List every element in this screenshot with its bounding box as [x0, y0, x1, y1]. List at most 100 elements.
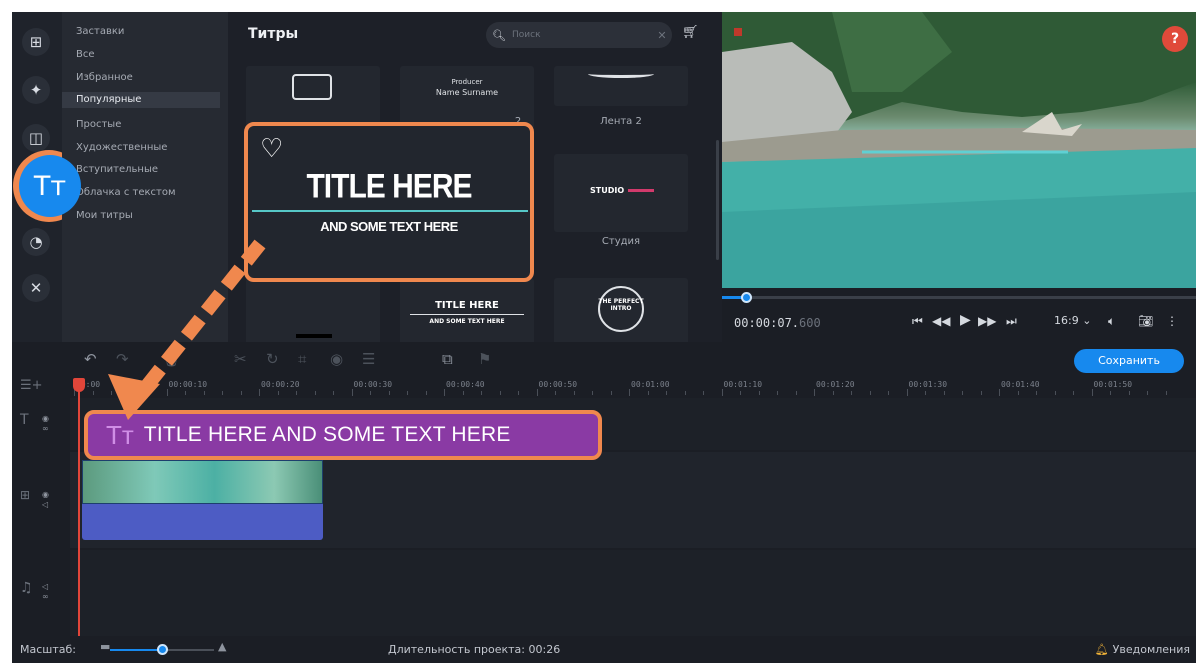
aspect-ratio-select[interactable]: 16:9 ⌄	[1054, 314, 1091, 327]
ruler-tick	[111, 391, 112, 395]
snapshot-icon[interactable]: 📷︎	[1138, 314, 1153, 328]
timecode: 00:00:07.600	[734, 316, 821, 330]
step-back-icon[interactable]: ◀◀	[932, 314, 950, 328]
transitions-icon[interactable]: ◫	[22, 124, 50, 152]
ruler-tick	[92, 391, 94, 395]
ruler-tick	[129, 391, 131, 395]
title-thumb[interactable]: THE PERFECT INTRO	[554, 278, 688, 342]
playhead[interactable]	[78, 384, 80, 636]
ruler-tick	[462, 391, 464, 395]
undo-icon[interactable]: ↶	[84, 350, 97, 368]
search-input[interactable]: 🔍︎ Поиск ✕	[486, 22, 672, 48]
add-track-area: ☰+	[12, 378, 70, 396]
ruler-tick	[943, 391, 945, 395]
volume-icon[interactable]: 🔈︎	[1108, 314, 1115, 329]
ruler-tick	[499, 391, 501, 395]
ruler-tick	[1091, 389, 1093, 396]
title-thumb[interactable]	[246, 278, 380, 342]
help-button[interactable]: ?	[1162, 26, 1188, 52]
crop-icon[interactable]: ⌗	[298, 350, 306, 368]
category-item[interactable]: Облачка с текстом	[70, 185, 228, 201]
title-clip-label: TITLE HERE AND SOME TEXT HERE	[143, 423, 511, 446]
video-preview: ?	[722, 12, 1196, 288]
clear-icon[interactable]: ✕	[652, 29, 672, 42]
add-track-icon[interactable]: ☰+	[20, 378, 43, 393]
ruler-tick	[351, 389, 353, 396]
audio-track[interactable]	[70, 550, 1196, 636]
ruler-tick	[980, 391, 982, 395]
playback-progress[interactable]	[722, 296, 1196, 299]
magic-icon[interactable]: ✦	[22, 76, 50, 104]
notifications-button[interactable]: 🔔︎ Уведомления	[1095, 643, 1190, 656]
category-item[interactable]: Заставки	[70, 24, 228, 40]
zoom-out-icon[interactable]: ▬	[100, 640, 110, 653]
ruler-tick	[888, 391, 889, 395]
ruler-tick	[666, 391, 667, 395]
title-thumb[interactable]: TITLE HERE AND SOME TEXT HERE	[400, 278, 534, 342]
skip-end-icon[interactable]: ⏭	[1006, 314, 1017, 329]
category-item[interactable]: Мои титры	[70, 208, 228, 224]
cut-icon[interactable]: ✂	[234, 350, 247, 368]
title-thumb[interactable]	[554, 66, 688, 106]
panel-title: Титры	[248, 26, 299, 42]
ruler-tick	[684, 391, 686, 395]
category-item[interactable]: Простые	[70, 117, 228, 133]
properties-icon[interactable]: ☰	[362, 350, 375, 368]
playback-knob[interactable]	[740, 292, 752, 303]
redo-icon[interactable]: ↷	[116, 350, 129, 368]
category-item[interactable]: Все	[70, 47, 228, 63]
zoom-knob[interactable]	[157, 644, 168, 655]
video-clip[interactable]	[82, 460, 323, 504]
thumb-art-text: Name Surname	[435, 88, 499, 97]
ruler-tick	[1054, 391, 1056, 395]
ruler-tick	[592, 391, 593, 395]
clip-audio-waveform[interactable]	[82, 504, 323, 540]
more-icon[interactable]: ⋮	[1166, 314, 1178, 328]
audio-mute-icon[interactable]: ◁ ∞	[42, 582, 49, 602]
notifications-label: Уведомления	[1112, 643, 1190, 656]
ruler-tick	[647, 391, 649, 395]
delete-icon[interactable]: 🗑︎	[162, 350, 181, 368]
clip-properties-icon[interactable]: ⧉	[442, 350, 453, 368]
ruler-label: 00:00:50	[538, 380, 578, 389]
project-duration: Длительность проекта: 00:26	[388, 643, 561, 656]
titles-icon[interactable]: Тт	[19, 155, 81, 217]
audio-track-header: ♫ ◁ ∞	[12, 550, 70, 634]
search-placeholder: Поиск	[512, 30, 541, 40]
thumb-art-text: TITLE HERE	[435, 300, 499, 311]
title-clip[interactable]: Тт TITLE HERE AND SOME TEXT HERE	[84, 410, 602, 460]
category-item-selected[interactable]: Популярные	[62, 92, 220, 108]
mute-icon[interactable]: ◉ ◁	[42, 490, 49, 510]
color-icon[interactable]: ◉	[330, 350, 343, 368]
ruler-tick	[758, 391, 760, 395]
category-item[interactable]: Избранное	[70, 70, 228, 86]
popup-subtitle-text: AND SOME TEXT HERE	[320, 219, 458, 234]
ruler-tick	[740, 391, 741, 395]
title-preview-popup[interactable]: ♡ TITLE HERE AND SOME TEXT HERE	[244, 122, 534, 282]
import-icon[interactable]: ⊞	[22, 28, 50, 56]
tools-icon[interactable]: ✕	[22, 274, 50, 302]
zoom-label: Масштаб:	[20, 643, 76, 656]
step-forward-icon[interactable]: ▶▶	[978, 314, 996, 328]
heart-icon[interactable]: ♡	[260, 136, 283, 162]
marker-icon[interactable]: ⚑	[478, 350, 491, 368]
ruler-tick	[185, 391, 186, 395]
category-item[interactable]: Вступительные	[70, 162, 228, 178]
search-icon: 🔍︎	[492, 28, 506, 42]
timeline-ruler[interactable]: 00:00 00:00:10 00:00:20 00:00:30 00:00:40 00:…	[70, 378, 1196, 396]
stickers-icon[interactable]: ◔	[22, 228, 50, 256]
rotate-icon[interactable]: ↻	[266, 350, 279, 368]
ruler-tick	[407, 391, 408, 395]
titles-scrollbar[interactable]	[716, 140, 719, 260]
ruler-tick	[425, 391, 427, 395]
category-item[interactable]: Художественные	[70, 140, 228, 156]
skip-start-icon[interactable]: ⏮	[912, 314, 923, 329]
thumb-caption: Студия	[601, 236, 641, 247]
cart-icon[interactable]: 🛒︎	[682, 25, 699, 40]
title-thumb[interactable]: STUDIO	[554, 154, 688, 232]
visibility-icon[interactable]: ◉ ∞	[42, 414, 49, 434]
play-icon[interactable]: ▶	[960, 312, 971, 328]
title-clip-icon: Тт	[106, 419, 134, 450]
save-button[interactable]: Сохранить	[1074, 349, 1184, 373]
zoom-in-icon[interactable]: ▲	[218, 640, 226, 653]
